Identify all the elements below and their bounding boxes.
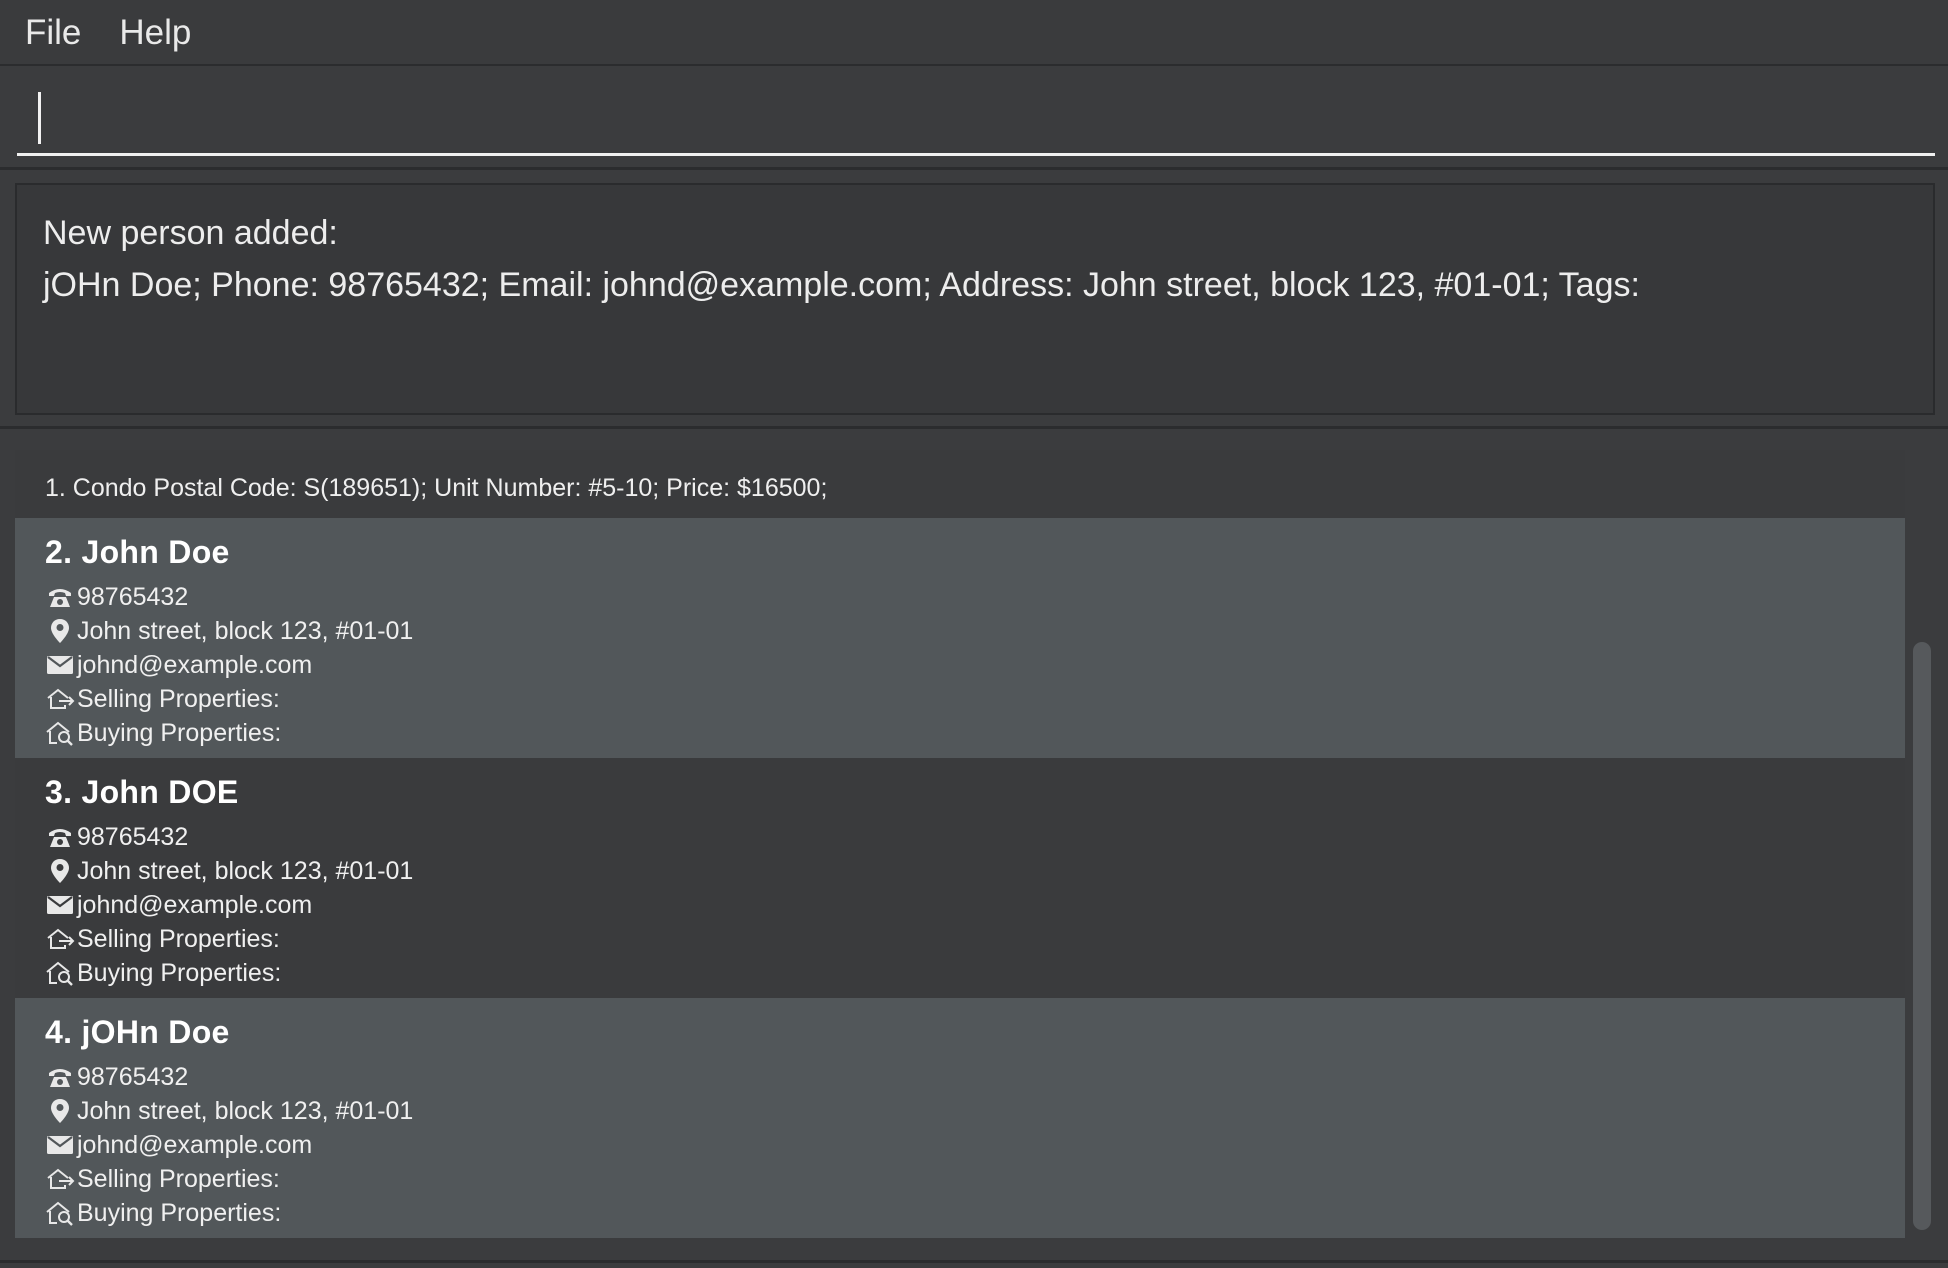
person-card[interactable]: 4. jOHn Doe 98765432 John street, block … — [15, 998, 1905, 1238]
buying-label: Buying Properties: — [77, 1198, 282, 1227]
house-search-icon — [45, 718, 75, 748]
result-line-2: jOHn Doe; Phone: 98765432; Email: johnd@… — [43, 266, 1640, 304]
envelope-icon — [45, 890, 75, 920]
house-out-icon — [45, 1164, 75, 1194]
person-card[interactable]: 2. John Doe 98765432 John street, block … — [15, 518, 1905, 758]
phone-field: 98765432 — [45, 1060, 1905, 1094]
envelope-icon — [45, 650, 75, 680]
menu-bar: File Help — [0, 0, 1948, 66]
selling-label: Selling Properties: — [77, 924, 280, 953]
buying-field: Buying Properties: — [45, 716, 1905, 750]
result-line-1: New person added: — [43, 214, 338, 252]
phone-value: 98765432 — [77, 822, 189, 851]
person-card[interactable]: 3. John DOE 98765432 John street, block … — [15, 758, 1905, 998]
person-name: 3. John DOE — [45, 774, 239, 810]
selling-field: Selling Properties: — [45, 1162, 1905, 1196]
phone-value: 98765432 — [77, 582, 189, 611]
phone-field: 98765432 — [45, 580, 1905, 614]
email-value: johnd@example.com — [77, 650, 313, 679]
result-display[interactable]: New person added: jOHn Doe; Phone: 98765… — [15, 183, 1935, 415]
location-pin-icon — [45, 616, 75, 646]
property-details: 1. Condo Postal Code: S(189651); Unit Nu… — [45, 474, 828, 502]
selling-label: Selling Properties: — [77, 1164, 280, 1193]
address-field: John street, block 123, #01-01 — [45, 1094, 1905, 1128]
location-pin-icon — [45, 1096, 75, 1126]
selling-label: Selling Properties: — [77, 684, 280, 713]
phone-icon — [45, 1062, 75, 1092]
buying-field: Buying Properties: — [45, 1196, 1905, 1230]
email-field: johnd@example.com — [45, 888, 1905, 922]
selling-field: Selling Properties: — [45, 682, 1905, 716]
list-scrollbar-thumb[interactable] — [1913, 642, 1931, 1230]
result-display-area: New person added: jOHn Doe; Phone: 98765… — [0, 173, 1948, 429]
bottom-divider — [0, 1260, 1948, 1263]
address-value: John street, block 123, #01-01 — [77, 1096, 414, 1125]
location-pin-icon — [45, 856, 75, 886]
buying-field: Buying Properties: — [45, 956, 1905, 990]
house-out-icon — [45, 924, 75, 954]
menu-file[interactable]: File — [25, 15, 81, 50]
house-search-icon — [45, 1198, 75, 1228]
address-value: John street, block 123, #01-01 — [77, 616, 414, 645]
phone-icon — [45, 822, 75, 852]
menu-help[interactable]: Help — [119, 15, 191, 50]
address-value: John street, block 123, #01-01 — [77, 856, 414, 885]
property-card[interactable]: 1. Condo Postal Code: S(189651); Unit Nu… — [15, 450, 1905, 518]
house-out-icon — [45, 684, 75, 714]
envelope-icon — [45, 1130, 75, 1160]
house-search-icon — [45, 958, 75, 988]
selling-field: Selling Properties: — [45, 922, 1905, 956]
person-name: 4. jOHn Doe — [45, 1014, 230, 1050]
buying-label: Buying Properties: — [77, 958, 282, 987]
phone-field: 98765432 — [45, 820, 1905, 854]
email-value: johnd@example.com — [77, 1130, 313, 1159]
text-caret — [38, 92, 41, 144]
email-field: johnd@example.com — [45, 1128, 1905, 1162]
command-box-area — [0, 68, 1948, 170]
email-field: johnd@example.com — [45, 648, 1905, 682]
list-panel: 1. Condo Postal Code: S(189651); Unit Nu… — [0, 432, 1948, 1268]
email-value: johnd@example.com — [77, 890, 313, 919]
address-field: John street, block 123, #01-01 — [45, 614, 1905, 648]
address-field: John street, block 123, #01-01 — [45, 854, 1905, 888]
buying-label: Buying Properties: — [77, 718, 282, 747]
person-name: 2. John Doe — [45, 534, 230, 570]
phone-value: 98765432 — [77, 1062, 189, 1091]
phone-icon — [45, 582, 75, 612]
entity-list: 1. Condo Postal Code: S(189651); Unit Nu… — [15, 450, 1905, 1238]
command-input[interactable] — [17, 82, 1935, 156]
